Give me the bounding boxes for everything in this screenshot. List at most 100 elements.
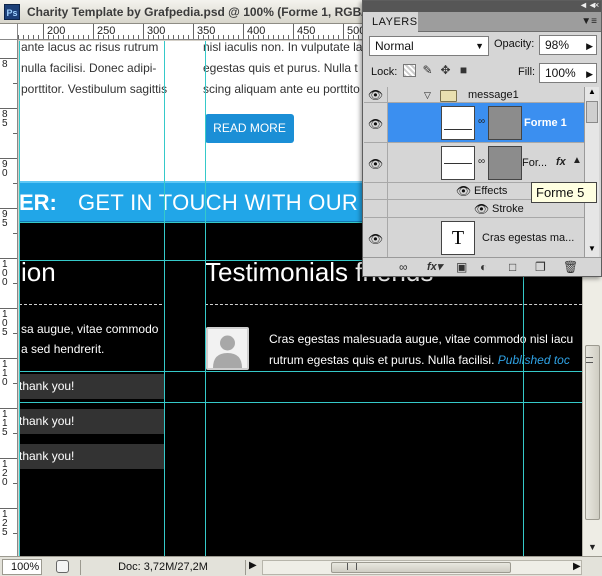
vertical-scrollbar[interactable]: ▼ xyxy=(582,277,602,556)
zoom-field[interactable]: 100% xyxy=(2,559,42,575)
mask-icon[interactable]: ▣ xyxy=(456,260,467,274)
lock-transparency-icon[interactable] xyxy=(403,64,416,77)
layer-name: Cras egestas ma... xyxy=(482,232,575,244)
new-layer-icon[interactable]: ❐ xyxy=(535,260,546,274)
ruler-tick: 8 5 xyxy=(0,108,17,129)
eye-icon[interactable]: 👁 xyxy=(368,158,383,170)
panel-menu-icon[interactable]: ▼≡ xyxy=(581,16,597,27)
scroll-right-icon[interactable]: ▶ xyxy=(573,561,581,572)
document-title: Charity Template by Grafpedia.psd @ 100%… xyxy=(27,5,372,19)
layers-list: 👁 ▽ message1 👁 ∞ Forme 1 👁 ∞ For... fx ▲… xyxy=(364,87,584,257)
status-info-icon[interactable] xyxy=(56,560,69,573)
chain-link-icon[interactable]: ∞ xyxy=(478,156,485,167)
ruler-vertical[interactable]: 8 8 5 9 0 9 5 1 0 0 1 0 5 1 1 0 1 1 5 1 … xyxy=(0,40,18,556)
ruler-tick: 400 xyxy=(243,24,265,39)
group-icon[interactable]: □ xyxy=(509,260,516,274)
trash-icon[interactable]: 🗑 xyxy=(563,260,578,274)
stroke-label: Stroke xyxy=(492,203,524,215)
divider-left xyxy=(19,304,162,305)
lock-brush-icon[interactable]: ✎ xyxy=(421,64,434,77)
vector-mask-thumbnail xyxy=(488,106,522,140)
section-heading-left: ion xyxy=(21,257,56,287)
scroll-grip-icon xyxy=(586,357,593,363)
scroll-up-icon[interactable]: ▲ xyxy=(588,87,596,96)
fx-icon[interactable]: fx▾ xyxy=(427,260,442,273)
panel-titlebar[interactable]: ◄◄ × xyxy=(363,0,601,12)
effects-label: Effects xyxy=(474,185,508,197)
collapse-effects-icon[interactable]: ▲ xyxy=(572,155,582,166)
eye-icon[interactable]: 👁 xyxy=(456,185,471,197)
left-paragraph: sa augue, vitae commodo a sed hendrerit. xyxy=(21,322,159,356)
vertical-scroll-thumb[interactable] xyxy=(585,345,600,520)
divider-right xyxy=(205,304,582,305)
layer-name: message1 xyxy=(468,89,519,101)
body-text-right: nisl iaculis non. In vulputate la egesta… xyxy=(203,41,363,96)
banner-text: GET IN TOUCH WITH OUR T xyxy=(78,190,378,215)
chain-link-icon[interactable]: ∞ xyxy=(478,116,485,127)
person-icon xyxy=(208,329,247,368)
horizontal-scroll-thumb[interactable] xyxy=(331,562,511,573)
testimonial-text: Cras egestas malesuada augue, vitae comm… xyxy=(269,332,574,367)
body-text-left: ante lacus ac risus rutrum nulla facilis… xyxy=(21,41,168,96)
ruler-tick: 1 1 0 xyxy=(0,358,17,388)
published-link: Published toc xyxy=(497,353,570,367)
panel-tabbar: LAYERS ▼≡ xyxy=(363,12,601,32)
layer-name: Forme 1 xyxy=(524,117,567,129)
scroll-down-icon[interactable]: ▼ xyxy=(588,542,597,552)
blend-mode-select[interactable]: Normal ▼ xyxy=(369,36,489,56)
layers-scrollbar[interactable]: ▲ ▼ xyxy=(584,87,599,257)
guide-horizontal xyxy=(19,402,582,403)
layer-row-selected[interactable]: 👁 ∞ Forme 1 xyxy=(364,103,584,143)
thank-row: thank you! xyxy=(19,409,164,434)
layer-thumbnail xyxy=(441,106,475,140)
status-bar: 100% Doc: 3,72M/27,2M ▶ ▶ xyxy=(0,556,602,576)
opacity-field[interactable]: 98% ▶ xyxy=(539,35,597,55)
guide-vertical xyxy=(19,41,20,556)
layer-group-row[interactable]: 👁 ▽ message1 xyxy=(364,87,584,103)
tooltip: Forme 5 xyxy=(531,182,597,203)
folder-icon xyxy=(440,90,457,102)
adjustment-icon[interactable]: ◐ xyxy=(480,260,487,274)
read-more-button: READ MORE xyxy=(205,114,294,143)
horizontal-scrollbar[interactable]: ▶ xyxy=(262,560,582,575)
link-icon[interactable]: ∞ xyxy=(399,260,408,274)
eye-icon[interactable]: 👁 xyxy=(368,233,383,245)
fill-label: Fill: xyxy=(518,66,536,78)
ruler-tick: 1 1 5 xyxy=(0,408,17,438)
layer-row[interactable]: 👁 ∞ For... fx ▲ xyxy=(364,143,584,183)
eye-icon[interactable]: 👁 xyxy=(368,118,383,130)
thank-row: thank you! xyxy=(19,374,164,399)
layer-name: For... xyxy=(522,157,548,169)
expand-triangle-icon[interactable]: ▽ xyxy=(424,90,431,101)
ruler-tick: 9 0 xyxy=(0,158,17,179)
scroll-down-icon[interactable]: ▼ xyxy=(588,244,596,253)
lock-label: Lock: xyxy=(371,66,398,78)
layers-panel: ◄◄ × LAYERS ▼≡ Normal ▼ Opacity: 98% ▶ Loc… xyxy=(362,0,602,277)
lock-all-icon[interactable]: ■ xyxy=(457,64,470,77)
ruler-tick: 300 xyxy=(143,24,165,39)
status-menu-arrow-icon[interactable]: ▶ xyxy=(249,560,257,571)
chevron-right-icon: ▶ xyxy=(586,69,593,79)
eye-icon[interactable]: 👁 xyxy=(368,89,383,101)
ruler-corner[interactable] xyxy=(0,24,18,40)
ruler-tick: 1 0 0 xyxy=(0,258,17,288)
eye-icon[interactable]: 👁 xyxy=(474,203,489,215)
photoshop-window: Ps Charity Template by Grafpedia.psd @ 1… xyxy=(0,0,602,576)
fill-field[interactable]: 100% ▶ xyxy=(539,63,597,83)
layers-scroll-thumb[interactable] xyxy=(586,101,598,123)
vector-mask-thumbnail xyxy=(488,146,522,180)
ruler-tick: 8 xyxy=(0,58,17,70)
close-icon[interactable]: × xyxy=(594,0,599,10)
opacity-label: Opacity: xyxy=(494,38,535,50)
chevron-down-icon: ▼ xyxy=(475,41,484,51)
text-layer-row[interactable]: 👁 T Cras egestas ma... xyxy=(364,218,584,257)
ruler-tick: 500 xyxy=(343,24,365,39)
lock-move-icon[interactable]: ✥ xyxy=(439,64,452,77)
avatar xyxy=(206,327,249,370)
guide-horizontal xyxy=(19,371,582,372)
chevron-right-icon: ▶ xyxy=(586,41,593,51)
ruler-tick: 1 2 5 xyxy=(0,508,17,538)
tab-layers[interactable]: LAYERS xyxy=(363,12,418,32)
fx-icon[interactable]: fx xyxy=(556,156,566,168)
guide-vertical xyxy=(164,41,165,556)
